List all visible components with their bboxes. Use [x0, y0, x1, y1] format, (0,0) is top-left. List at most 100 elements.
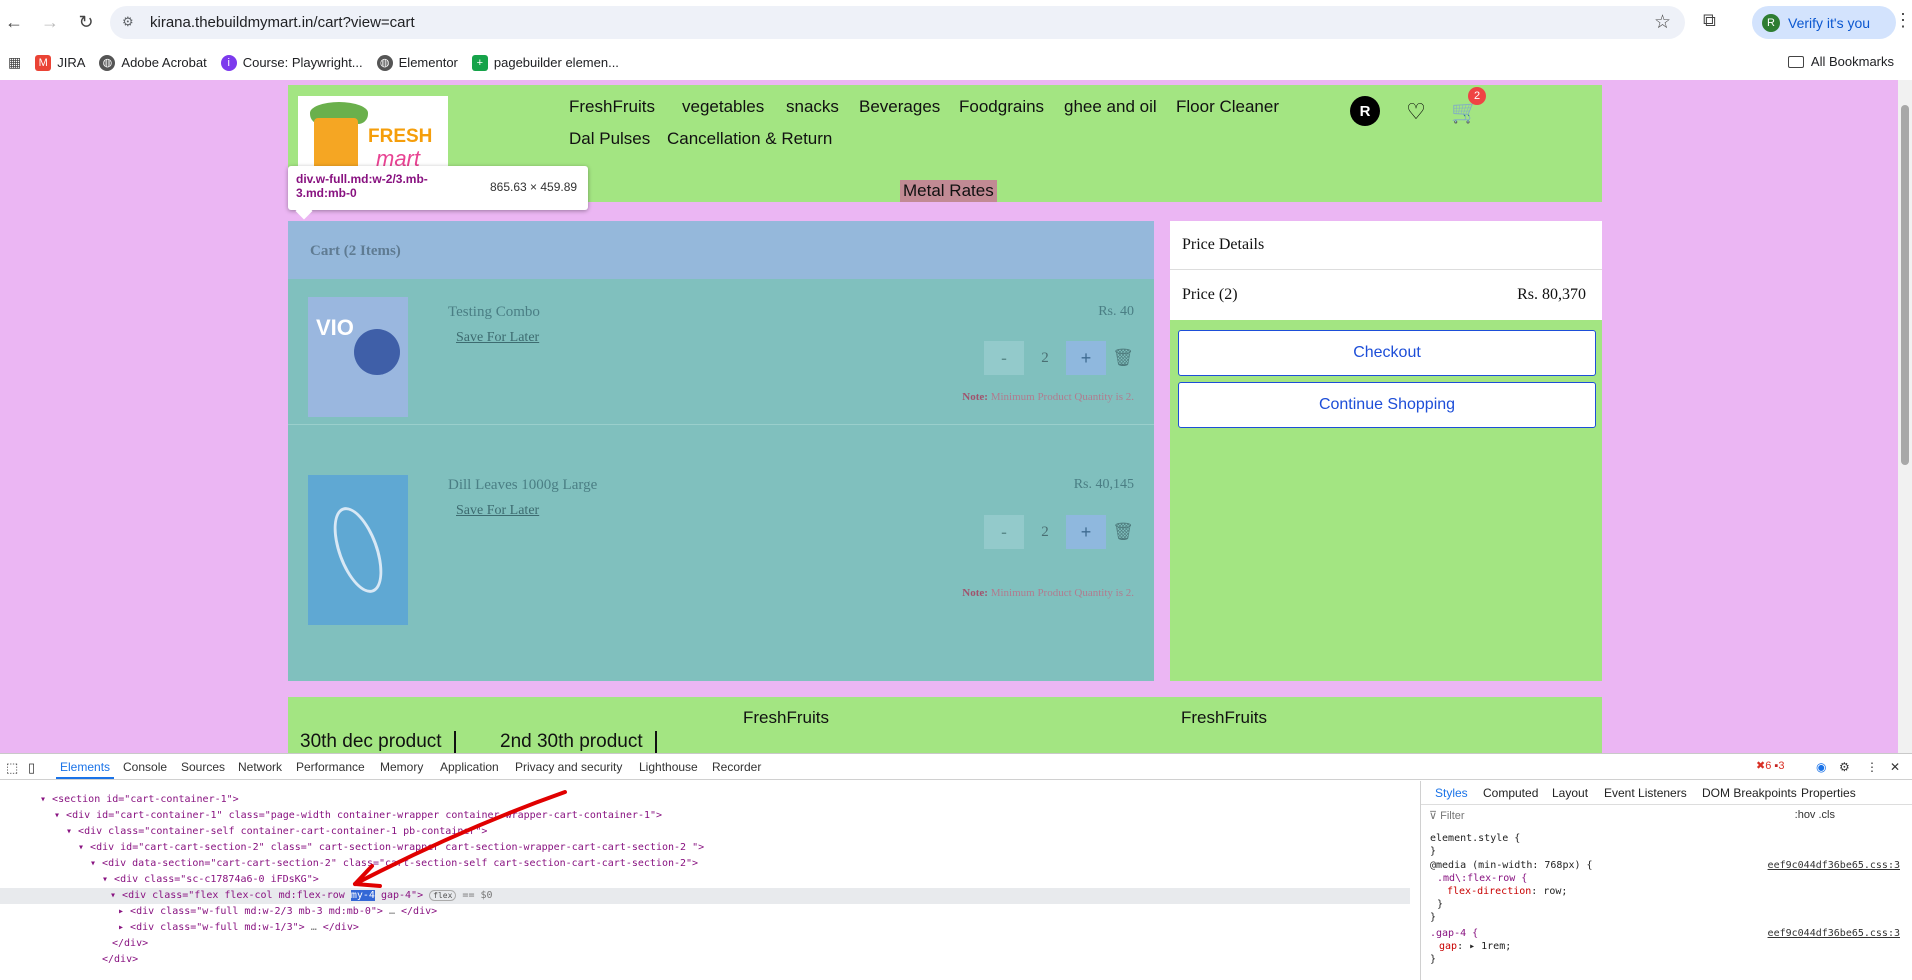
dom-node[interactable]: </div> — [102, 952, 138, 968]
nav-vegetables[interactable]: vegetables — [682, 97, 764, 117]
tab-elements[interactable]: Elements — [55, 760, 115, 779]
nav-foodgrains[interactable]: Foodgrains — [959, 97, 1044, 117]
style-brace: } — [1437, 899, 1444, 910]
more-options-icon[interactable]: ⋮ — [1866, 760, 1878, 774]
dom-node[interactable]: ▾ <div id="cart-container-1" class="page… — [54, 808, 662, 824]
qty-value: 2 — [1041, 349, 1049, 366]
delete-trash-icon[interactable]: 🗑 — [1112, 520, 1134, 544]
bookmark-star-icon[interactable]: ☆ — [1654, 11, 1671, 34]
tab-recorder[interactable]: Recorder — [712, 760, 761, 774]
dom-node[interactable]: </div> — [112, 936, 148, 952]
profile-button[interactable]: R Verify it's you — [1752, 6, 1896, 39]
flex-badge[interactable]: flex — [429, 890, 457, 901]
bookmark-course[interactable]: i Course: Playwright... — [220, 54, 363, 71]
device-toolbar-icon[interactable]: ▯ — [28, 760, 35, 776]
bookmark-label: Adobe Acrobat — [121, 55, 207, 70]
save-for-later-link[interactable]: Save For Later — [456, 330, 539, 346]
apps-icon[interactable]: ▦ — [8, 54, 21, 71]
nav-dal-pulses[interactable]: Dal Pulses — [569, 129, 650, 149]
dom-node-text: <div class="container-self container-car… — [78, 826, 488, 837]
checkout-button[interactable]: Checkout — [1178, 330, 1596, 376]
tab-styles[interactable]: Styles — [1435, 786, 1468, 800]
filter-tools[interactable]: :hov .cls — [1795, 809, 1835, 821]
address-bar[interactable]: ⚙ kirana.thebuildmymart.in/cart?view=car… — [110, 6, 1685, 39]
dom-node[interactable]: ▾ <div class="sc-c17874a6-0 iFDsKG"> — [102, 872, 319, 888]
user-avatar-icon[interactable]: R — [1350, 96, 1380, 126]
tab-console[interactable]: Console — [123, 760, 167, 774]
tab-layout[interactable]: Layout — [1552, 786, 1588, 800]
product-image[interactable] — [308, 475, 408, 625]
tab-performance[interactable]: Performance — [296, 760, 365, 774]
scrollbar-thumb[interactable] — [1901, 105, 1909, 465]
profile-avatar: R — [1762, 13, 1780, 32]
tab-application[interactable]: Application — [440, 760, 499, 774]
nav-floor-cleaner[interactable]: Floor Cleaner — [1176, 97, 1279, 117]
inspect-element-icon[interactable]: ⬚ — [6, 760, 18, 776]
tab-properties[interactable]: Properties — [1801, 786, 1856, 800]
tooltip-dimensions: 865.63 × 459.89 — [490, 180, 578, 194]
bookmark-pagebuilder[interactable]: + pagebuilder elemen... — [471, 54, 619, 71]
footer-product[interactable]: 30th dec product — [288, 731, 456, 753]
increase-qty-button[interactable]: + — [1066, 515, 1106, 549]
nav-snacks[interactable]: snacks — [786, 97, 839, 117]
style-declaration[interactable]: flex-direction: row; — [1447, 886, 1567, 897]
nav-ghee-and-oil[interactable]: ghee and oil — [1064, 97, 1157, 117]
tab-privacy-security[interactable]: Privacy and security — [515, 760, 622, 774]
error-count[interactable]: ✖6 ▪3 — [1756, 759, 1784, 772]
nav-beverages[interactable]: Beverages — [859, 97, 940, 117]
footer-link[interactable]: FreshFruits — [1181, 708, 1267, 728]
decrease-qty-button[interactable]: - — [984, 341, 1024, 375]
site-info-icon[interactable]: ⚙ — [122, 14, 138, 30]
devtools-panel: ⬚ ▯ Elements Console Sources Network Per… — [0, 753, 1912, 980]
bookmark-elementor[interactable]: ◍ Elementor — [376, 54, 458, 71]
footer-product[interactable]: 2nd 30th product — [488, 731, 657, 753]
tab-lighthouse[interactable]: Lighthouse — [639, 760, 698, 774]
dom-node[interactable]: ▾ <div class="container-self container-c… — [66, 824, 487, 840]
note-text: Minimum Product Quantity is 2. — [990, 391, 1134, 403]
tab-network[interactable]: Network — [238, 760, 282, 774]
nav-cancellation-return[interactable]: Cancellation & Return — [667, 129, 832, 149]
styles-filter-input[interactable]: ⊽ Filter:hov .cls — [1429, 809, 1905, 827]
item-name[interactable]: Dill Leaves 1000g Large — [448, 477, 597, 494]
dom-node[interactable]: ▸ <div class="w-full md:w-2/3 mb-3 md:mb… — [118, 904, 437, 920]
bookmark-jira[interactable]: M JIRA — [35, 54, 85, 71]
item-name[interactable]: Testing Combo — [448, 304, 540, 321]
delete-trash-icon[interactable]: 🗑 — [1112, 346, 1134, 370]
tab-dom-breakpoints[interactable]: DOM Breakpoints — [1702, 786, 1797, 800]
wishlist-heart-icon[interactable]: ♡ — [1401, 97, 1431, 127]
style-source-link[interactable]: eef9c044df36be65.css:3 — [1768, 860, 1900, 871]
metal-rates-link[interactable]: Metal Rates — [900, 180, 997, 202]
bookmark-acrobat[interactable]: ◍ Adobe Acrobat — [99, 54, 207, 71]
dom-node[interactable]: ▾ <section id="cart-container-1"> — [40, 792, 239, 808]
style-source-link[interactable]: eef9c044df36be65.css:3 — [1768, 928, 1900, 939]
dom-node[interactable]: ▸ <div class="w-full md:w-1/3"> … </div> — [118, 920, 359, 936]
increase-qty-button[interactable]: + — [1066, 341, 1106, 375]
forward-icon[interactable]: → — [36, 8, 64, 36]
ai-assist-icon[interactable]: ◉ — [1816, 760, 1826, 774]
all-bookmarks-button[interactable]: All Bookmarks — [1787, 54, 1894, 69]
page-scrollbar[interactable] — [1898, 80, 1912, 753]
dom-node[interactable]: ▾ <div data-section="cart-cart-section-2… — [90, 856, 698, 872]
folder-icon — [1787, 55, 1804, 68]
tab-sources[interactable]: Sources — [181, 760, 225, 774]
back-icon[interactable]: ← — [0, 8, 28, 36]
tab-memory[interactable]: Memory — [380, 760, 423, 774]
close-devtools-icon[interactable]: ✕ — [1890, 760, 1900, 774]
dom-node-text: <div data-section="cart-cart-section-2" … — [102, 858, 699, 869]
browser-menu-icon[interactable]: ⋮ — [1894, 10, 1912, 31]
qty-value: 2 — [1041, 523, 1049, 540]
decrease-qty-button[interactable]: - — [984, 515, 1024, 549]
settings-gear-icon[interactable]: ⚙ — [1839, 760, 1850, 774]
tab-event-listeners[interactable]: Event Listeners — [1604, 786, 1687, 800]
save-for-later-link[interactable]: Save For Later — [456, 503, 539, 519]
style-declaration[interactable]: gap: ▸ 1rem; — [1439, 941, 1511, 952]
footer-link[interactable]: FreshFruits — [743, 708, 829, 728]
nav-freshfruits[interactable]: FreshFruits — [569, 97, 655, 117]
dom-node[interactable]: ▾ <div id="cart-cart-section-2" class=" … — [78, 840, 704, 856]
product-image[interactable]: VIO — [308, 297, 408, 417]
dom-node-selected[interactable]: ▾ <div class="flex flex-col md:flex-row … — [0, 888, 1410, 904]
reload-icon[interactable]: ↻ — [72, 8, 100, 36]
continue-shopping-button[interactable]: Continue Shopping — [1178, 382, 1596, 428]
extensions-icon[interactable]: ⧉ — [1703, 10, 1716, 31]
tab-computed[interactable]: Computed — [1483, 786, 1538, 800]
